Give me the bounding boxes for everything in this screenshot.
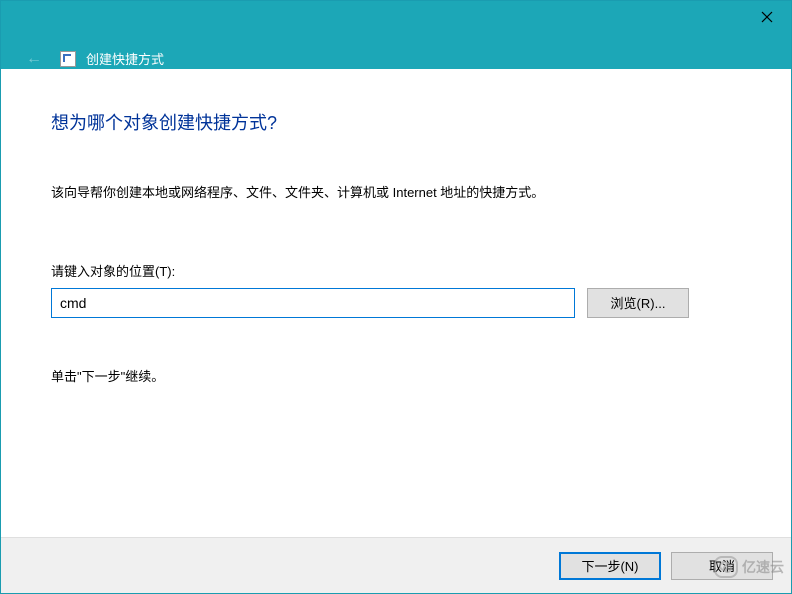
location-label: 请键入对象的位置(T):	[51, 261, 741, 280]
next-button[interactable]: 下一步(N)	[559, 552, 661, 580]
titlebar: ← 创建快捷方式	[1, 1, 791, 69]
input-row: 浏览(R)...	[51, 288, 741, 318]
browse-button[interactable]: 浏览(R)...	[587, 288, 689, 318]
wizard-heading: 想为哪个对象创建快捷方式?	[51, 109, 741, 135]
create-shortcut-wizard: ← 创建快捷方式 想为哪个对象创建快捷方式? 该向导帮你创建本地或网络程序、文件…	[0, 0, 792, 594]
close-button[interactable]	[743, 2, 791, 32]
wizard-footer: 下一步(N) 取消	[1, 537, 791, 593]
location-input[interactable]	[51, 288, 575, 318]
shortcut-icon	[60, 51, 76, 67]
wizard-hint: 单击"下一步"继续。	[51, 366, 741, 385]
close-icon	[761, 11, 773, 23]
back-arrow-icon: ←	[26, 50, 42, 68]
window-title: 创建快捷方式	[86, 49, 164, 68]
wizard-description: 该向导帮你创建本地或网络程序、文件、文件夹、计算机或 Internet 地址的快…	[51, 183, 741, 203]
wizard-content: 想为哪个对象创建快捷方式? 该向导帮你创建本地或网络程序、文件、文件夹、计算机或…	[1, 69, 791, 537]
cancel-button[interactable]: 取消	[671, 552, 773, 580]
